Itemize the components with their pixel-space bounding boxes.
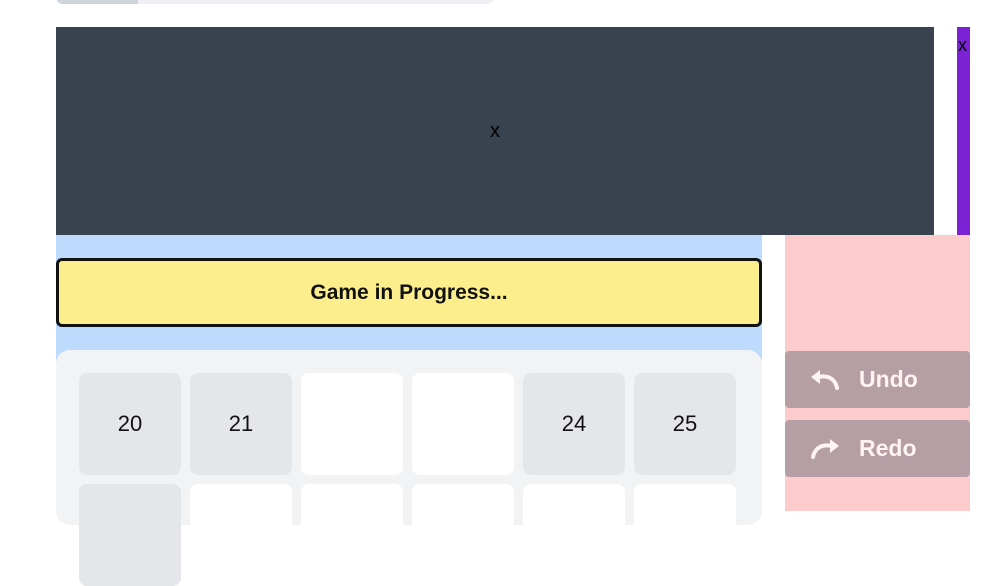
board-cell[interactable]: [79, 484, 181, 586]
undo-button[interactable]: Undo: [785, 351, 970, 408]
redo-arrow-icon: [807, 437, 847, 461]
main-display-panel: x: [56, 27, 934, 235]
board-cell[interactable]: [301, 373, 403, 475]
board-cell[interactable]: 25: [634, 373, 736, 475]
board-cell[interactable]: [301, 484, 403, 586]
board-cell[interactable]: 21: [190, 373, 292, 475]
undo-arrow-icon: [807, 368, 847, 392]
top-progress-segment: [56, 0, 138, 4]
redo-button[interactable]: Redo: [785, 420, 970, 477]
redo-label: Redo: [859, 435, 917, 461]
side-bar-placeholder: x: [958, 35, 967, 55]
board-cell[interactable]: 24: [523, 373, 625, 475]
undo-label: Undo: [859, 366, 918, 392]
board-cell[interactable]: [634, 484, 736, 586]
side-accent-bar: x: [957, 27, 970, 235]
top-progress-strip: [56, 0, 494, 4]
board-cell[interactable]: [523, 484, 625, 586]
board-cell[interactable]: [190, 484, 292, 586]
board-cell[interactable]: [412, 373, 514, 475]
board-cell[interactable]: [412, 484, 514, 586]
main-panel-placeholder: x: [490, 119, 500, 142]
board-cell[interactable]: 20: [79, 373, 181, 475]
game-status-banner: Game in Progress...: [56, 258, 762, 327]
